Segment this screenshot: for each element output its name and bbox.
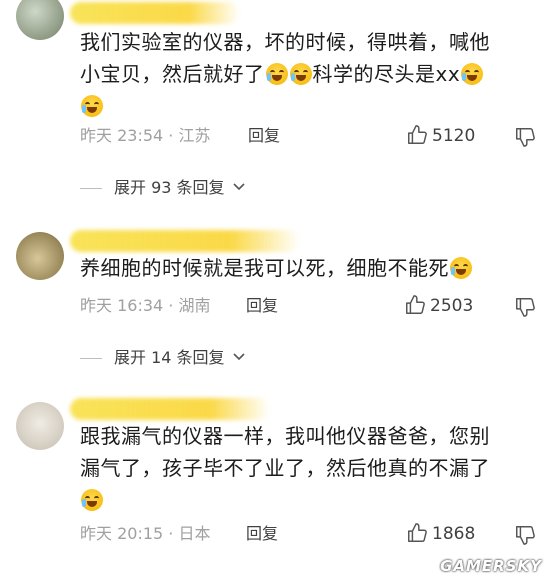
- comment-text: 跟我漏气的仪器一样，我叫他仪器爸爸，您别 漏气了，孩子毕不了业了，然后他真的不漏…: [80, 420, 530, 516]
- comment-text: 养细胞的时候就是我可以死，细胞不能死: [80, 252, 530, 284]
- reply-button[interactable]: 回复: [248, 124, 280, 148]
- avatar[interactable]: [16, 232, 64, 280]
- like-count: 2503: [430, 296, 474, 316]
- avatar[interactable]: [16, 402, 64, 450]
- chevron-down-icon: [233, 183, 245, 191]
- thumbs-up-icon[interactable]: [406, 124, 428, 146]
- avatar[interactable]: [16, 0, 64, 40]
- laugh-cry-emoji-icon: [450, 257, 472, 279]
- like-count: 1868: [432, 524, 476, 544]
- expand-replies-button[interactable]: 展开 14 条回复: [80, 346, 246, 370]
- expand-replies-label: 展开 14 条回复: [114, 348, 225, 367]
- thumbs-up-icon[interactable]: [406, 522, 428, 544]
- laugh-cry-emoji-icon: [289, 63, 312, 85]
- reply-button[interactable]: 回复: [246, 294, 278, 318]
- divider: [80, 188, 102, 189]
- laugh-cry-emoji-icon: [81, 95, 103, 117]
- chevron-down-icon: [233, 353, 245, 361]
- redacted-username: [70, 2, 240, 24]
- comment-time-location: 昨天 23:54 · 江苏: [80, 126, 211, 145]
- laugh-cry-emoji-icon: [265, 63, 288, 85]
- comment-text: 我们实验室的仪器，坏的时候，得哄着，喊他 小宝贝，然后就好了 科学的尽头是xx: [80, 26, 530, 122]
- comment-time-location: 昨天 16:34 · 湖南: [80, 296, 211, 315]
- reply-button[interactable]: 回复: [246, 522, 278, 546]
- divider: [80, 358, 102, 359]
- expand-replies-button[interactable]: 展开 93 条回复: [80, 176, 246, 200]
- redacted-username: [70, 230, 300, 252]
- watermark: GAMERSKY: [440, 557, 542, 575]
- comment-time-location: 昨天 20:15 · 日本: [80, 524, 211, 543]
- thumbs-down-icon[interactable]: [514, 524, 536, 546]
- expand-replies-label: 展开 93 条回复: [114, 178, 225, 197]
- redacted-username: [70, 398, 270, 420]
- laugh-cry-emoji-icon: [461, 63, 484, 85]
- thumbs-down-icon[interactable]: [514, 296, 536, 318]
- like-count: 5120: [432, 126, 476, 146]
- thumbs-down-icon[interactable]: [514, 126, 536, 148]
- thumbs-up-icon[interactable]: [404, 294, 426, 316]
- laugh-cry-emoji-icon: [81, 489, 103, 511]
